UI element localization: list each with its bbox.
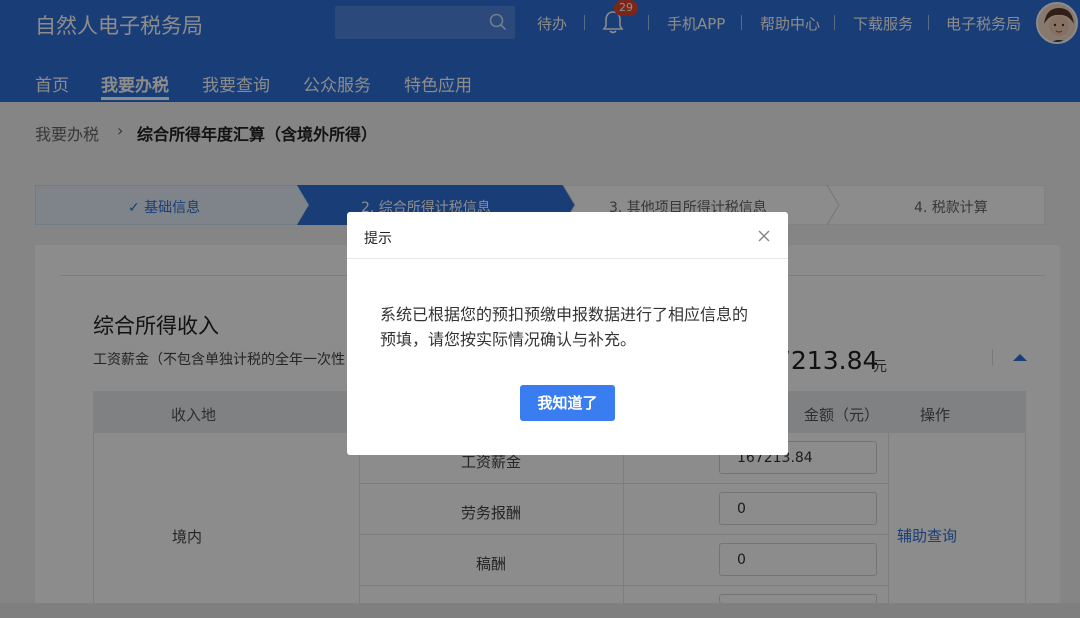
notice-dialog: 提示 系统已根据您的预扣预缴申报数据进行了相应信息的预填，请您按实际情况确认与补… [347, 212, 788, 455]
dialog-message: 系统已根据您的预扣预缴申报数据进行了相应信息的预填，请您按实际情况确认与补充。 [380, 305, 749, 349]
dialog-header: 提示 [347, 212, 788, 259]
dialog-title: 提示 [364, 231, 392, 247]
close-icon[interactable] [757, 229, 771, 243]
acknowledge-button[interactable]: 我知道了 [520, 385, 615, 421]
